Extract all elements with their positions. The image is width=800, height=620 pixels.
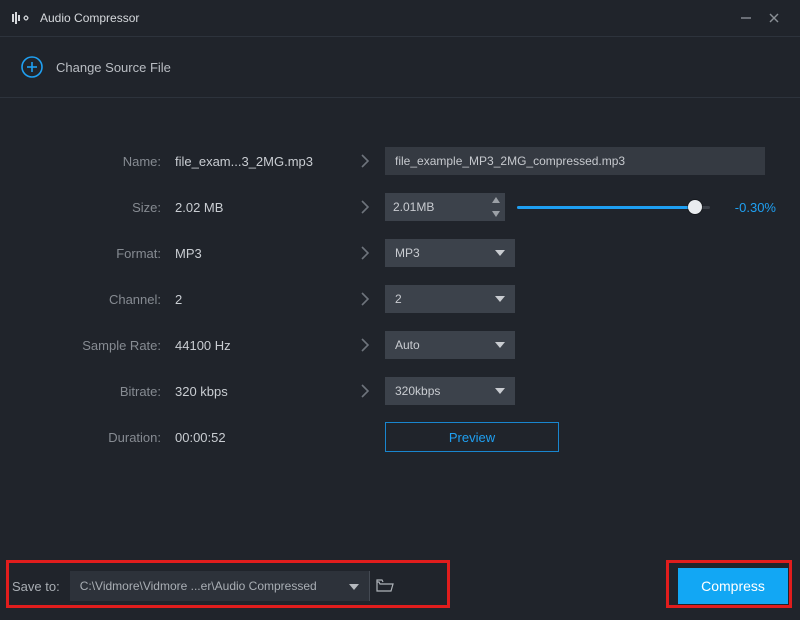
row-sample-rate: Sample Rate: 44100 Hz Auto	[0, 322, 776, 368]
arrow-icon	[345, 153, 385, 169]
sample-rate-value: Auto	[395, 338, 420, 352]
chevron-down-icon	[495, 296, 505, 302]
row-size: Size: 2.02 MB 2.01MB	[0, 184, 776, 230]
plus-circle-icon	[20, 55, 44, 79]
chevron-down-icon	[495, 250, 505, 256]
current-sample-rate: 44100 Hz	[175, 338, 345, 353]
label-sample-rate: Sample Rate:	[0, 338, 175, 353]
arrow-icon	[345, 383, 385, 399]
current-bitrate: 320 kbps	[175, 384, 345, 399]
label-duration: Duration:	[0, 430, 175, 445]
current-duration: 00:00:52	[175, 430, 345, 445]
label-format: Format:	[0, 246, 175, 261]
arrow-icon	[345, 291, 385, 307]
close-button[interactable]	[760, 4, 788, 32]
change-source-label: Change Source File	[56, 60, 171, 75]
bitrate-dropdown[interactable]: 320kbps	[385, 377, 515, 405]
sample-rate-dropdown[interactable]: Auto	[385, 331, 515, 359]
output-name-field[interactable]: file_example_MP3_2MG_compressed.mp3	[385, 147, 765, 175]
minimize-button[interactable]	[732, 4, 760, 32]
change-source-row[interactable]: Change Source File	[0, 37, 800, 97]
size-step-up[interactable]	[487, 193, 505, 207]
arrow-icon	[345, 337, 385, 353]
row-name: Name: file_exam...3_2MG.mp3 file_example…	[0, 138, 776, 184]
save-path-text: C:\Vidmore\Vidmore ...er\Audio Compresse…	[80, 579, 317, 593]
label-name: Name:	[0, 154, 175, 169]
size-percentage: -0.30%	[720, 200, 776, 215]
chevron-down-icon	[495, 342, 505, 348]
format-dropdown[interactable]: MP3	[385, 239, 515, 267]
slider-fill	[517, 206, 695, 209]
current-size: 2.02 MB	[175, 200, 345, 215]
bitrate-value: 320kbps	[395, 384, 440, 398]
save-path-dropdown[interactable]: C:\Vidmore\Vidmore ...er\Audio Compresse…	[70, 571, 370, 601]
label-bitrate: Bitrate:	[0, 384, 175, 399]
row-channel: Channel: 2 2	[0, 276, 776, 322]
channel-value: 2	[395, 292, 402, 306]
current-channel: 2	[175, 292, 345, 307]
current-name: file_exam...3_2MG.mp3	[175, 154, 345, 169]
chevron-down-icon	[495, 388, 505, 394]
channel-dropdown[interactable]: 2	[385, 285, 515, 313]
save-to-label: Save to:	[12, 579, 60, 594]
target-size-value: 2.01MB	[393, 200, 434, 214]
preview-button[interactable]: Preview	[385, 422, 559, 452]
open-folder-button[interactable]	[370, 571, 400, 601]
row-bitrate: Bitrate: 320 kbps 320kbps	[0, 368, 776, 414]
label-size: Size:	[0, 200, 175, 215]
footer-bar: Save to: C:\Vidmore\Vidmore ...er\Audio …	[0, 552, 800, 620]
current-format: MP3	[175, 246, 345, 261]
size-spinner[interactable]: 2.01MB	[385, 193, 505, 221]
app-icon	[12, 11, 32, 25]
arrow-icon	[345, 245, 385, 261]
size-step-down[interactable]	[487, 207, 505, 221]
format-value: MP3	[395, 246, 420, 260]
row-format: Format: MP3 MP3	[0, 230, 776, 276]
title-bar: Audio Compressor	[0, 0, 800, 36]
window-title: Audio Compressor	[40, 11, 732, 25]
size-slider[interactable]	[517, 197, 710, 217]
row-duration: Duration: 00:00:52 Preview	[0, 414, 776, 460]
label-channel: Channel:	[0, 292, 175, 307]
arrow-icon	[345, 199, 385, 215]
form-area: Name: file_exam...3_2MG.mp3 file_example…	[0, 98, 800, 460]
compress-button[interactable]: Compress	[678, 568, 788, 604]
slider-thumb[interactable]	[688, 200, 702, 214]
chevron-down-icon	[349, 579, 359, 593]
